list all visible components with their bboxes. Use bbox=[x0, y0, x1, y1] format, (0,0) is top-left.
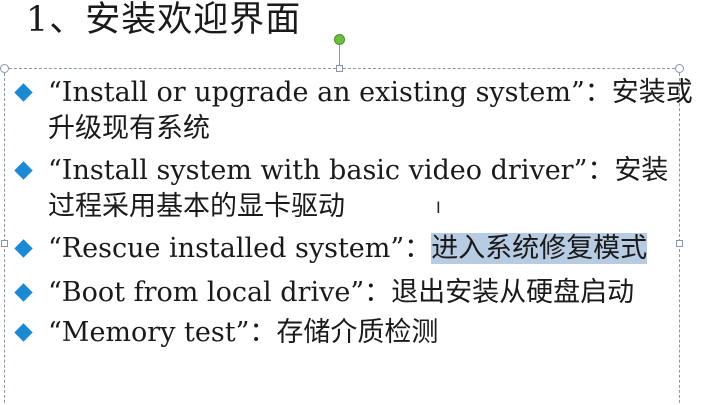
rotate-handle[interactable] bbox=[334, 34, 345, 45]
bullet-text-continued: 升级现有系统 bbox=[48, 113, 210, 144]
slide-title: 1、安装欢迎界面 bbox=[26, 0, 302, 40]
selected-text[interactable]: 进入系统修复模式 bbox=[431, 233, 648, 264]
bullet-text: “Rescue installed system”：进入系统修复模式 bbox=[48, 230, 678, 267]
resize-handle-top-center[interactable] bbox=[336, 65, 343, 72]
resize-handle-middle-left[interactable] bbox=[1, 240, 8, 247]
text-cursor-icon: I bbox=[436, 198, 441, 217]
bullet-text: “Install or upgrade an existing system”：… bbox=[48, 77, 693, 108]
bullet-text: “Install system with basic video driver”… bbox=[48, 155, 669, 186]
resize-handle-top-right[interactable] bbox=[675, 64, 684, 73]
bullet-text-continued: 过程采用基本的显卡驱动 bbox=[48, 191, 345, 222]
bullet-text: “Memory test”：存储介质检测 bbox=[48, 317, 439, 348]
bullet-text-prefix: “Rescue installed system”： bbox=[48, 233, 432, 264]
rotate-handle-line bbox=[339, 45, 340, 65]
bullet-text: “Boot from local drive”：退出安装从硬盘启动 bbox=[48, 277, 635, 308]
resize-handle-top-left[interactable] bbox=[0, 64, 9, 73]
